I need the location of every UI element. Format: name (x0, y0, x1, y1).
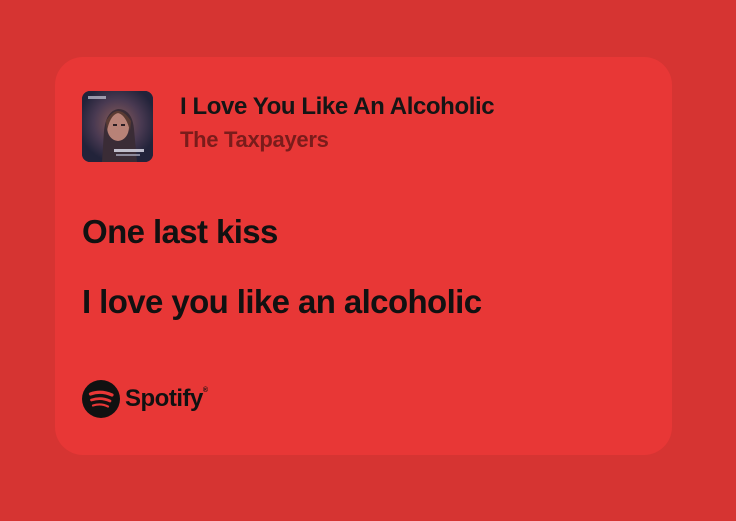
lyric-line: One last kiss (82, 213, 278, 250)
album-art-image (82, 91, 153, 162)
album-cover[interactable] (82, 91, 153, 162)
brand-name-text: Spotify (125, 385, 203, 412)
artist-name[interactable]: The Taxpayers (180, 127, 329, 153)
registered-mark: ® (202, 387, 208, 394)
spotify-wordmark: Spotify® (125, 385, 208, 413)
spotify-branding[interactable]: Spotify® (82, 380, 208, 418)
lyrics-share-card: I Love You Like An Alcoholic The Taxpaye… (55, 57, 672, 455)
lyric-line: I love you like an alcoholic (82, 283, 482, 320)
track-title: I Love You Like An Alcoholic (180, 93, 495, 120)
spotify-logo-icon (82, 380, 120, 418)
